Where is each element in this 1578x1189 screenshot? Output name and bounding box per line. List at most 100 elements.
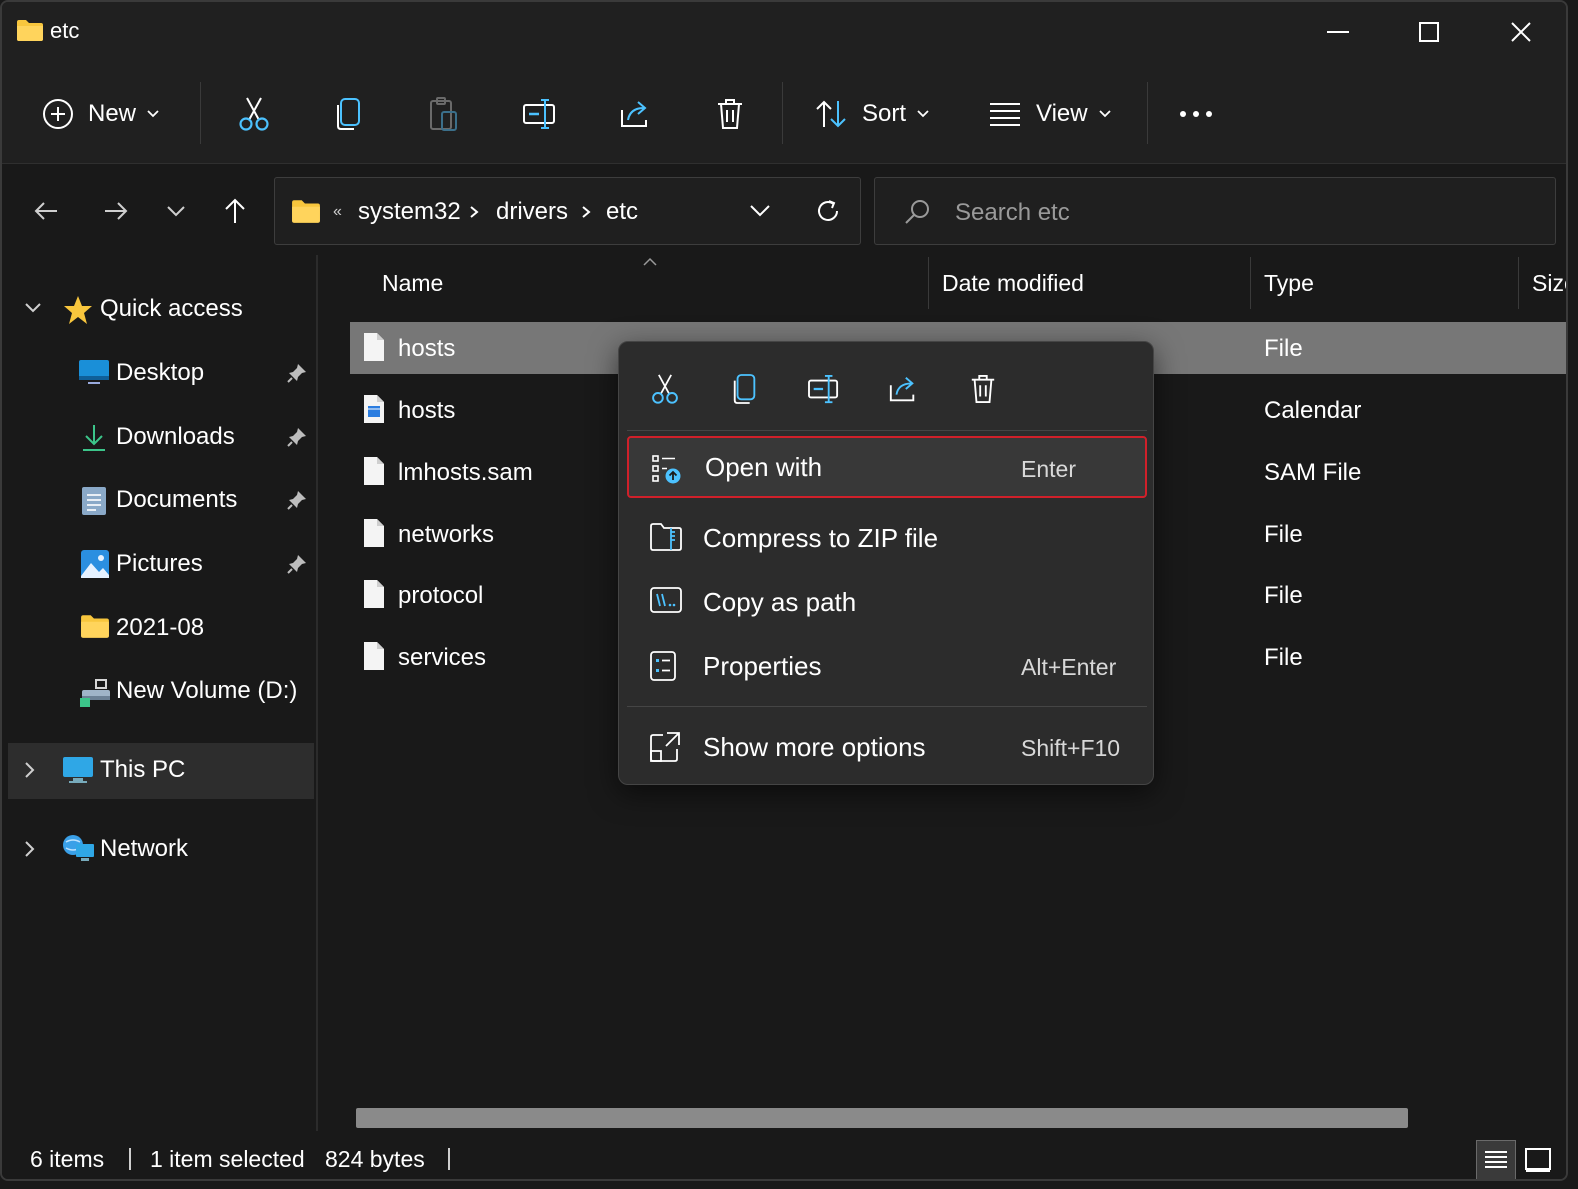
address-bar[interactable]: « system32 drivers etc xyxy=(274,177,861,245)
file-type: File xyxy=(1264,582,1303,609)
column-divider[interactable] xyxy=(1250,257,1251,309)
context-copy-button[interactable] xyxy=(717,364,773,414)
sidebar-item-desktop[interactable]: Desktop xyxy=(8,346,314,402)
view-icon xyxy=(988,101,1022,127)
file-type: File xyxy=(1264,644,1303,671)
sidebar-item-documents[interactable]: Documents xyxy=(8,473,314,529)
documents-icon xyxy=(80,485,112,517)
more-button[interactable] xyxy=(1172,86,1220,142)
column-divider[interactable] xyxy=(928,257,929,309)
sidebar-item-2021-08[interactable]: 2021-08 xyxy=(8,601,314,657)
breadcrumb-overflow[interactable]: « xyxy=(333,203,342,221)
chevron-down-icon xyxy=(166,205,186,217)
forward-button[interactable] xyxy=(94,189,138,233)
context-share-button[interactable] xyxy=(875,364,931,414)
menu-divider xyxy=(627,430,1147,431)
file-type: Calendar xyxy=(1264,397,1362,424)
breadcrumb-drivers[interactable]: drivers xyxy=(496,198,568,226)
chevron-right-icon[interactable] xyxy=(24,761,36,779)
search-input[interactable]: Search etc xyxy=(874,177,1556,245)
menu-item-compress-zip[interactable]: Compress to ZIP file xyxy=(627,507,1147,569)
status-bar: 6 items 1 item selected 824 bytes xyxy=(2,1136,1566,1179)
share-icon xyxy=(618,98,652,130)
navigation-row: « system32 drivers etc Search etc xyxy=(2,165,1566,255)
pin-icon[interactable] xyxy=(286,362,308,384)
details-view-button[interactable] xyxy=(1476,1140,1516,1179)
cut-button[interactable] xyxy=(230,86,278,142)
sidebar-item-label: Quick access xyxy=(100,295,243,322)
sidebar-item-pictures[interactable]: Pictures xyxy=(8,537,314,593)
sidebar-item-label: Downloads xyxy=(116,423,235,450)
sidebar-item-label: Network xyxy=(100,835,189,862)
new-button[interactable]: New xyxy=(42,86,160,142)
pin-icon[interactable] xyxy=(286,553,308,575)
toolbar-divider xyxy=(782,82,783,144)
view-button[interactable]: View xyxy=(988,86,1112,142)
sidebar-item-network[interactable]: Network xyxy=(8,822,314,878)
rename-icon xyxy=(807,374,841,404)
more-options-icon xyxy=(649,731,681,763)
menu-item-open-with[interactable]: Open with Enter xyxy=(627,436,1147,498)
sidebar-item-new-volume[interactable]: New Volume (D:) xyxy=(8,664,314,720)
sidebar-item-quick-access[interactable]: Quick access xyxy=(8,282,314,338)
file-type: File xyxy=(1264,521,1303,548)
more-icon xyxy=(1178,110,1214,118)
sidebar-item-label: Desktop xyxy=(116,359,205,386)
minimize-button[interactable] xyxy=(1314,10,1362,54)
pin-icon[interactable] xyxy=(286,426,308,448)
up-button[interactable] xyxy=(213,189,257,233)
file-icon xyxy=(362,332,386,362)
maximize-button[interactable] xyxy=(1405,10,1453,54)
cut-icon xyxy=(237,96,271,132)
open-with-icon xyxy=(651,453,683,485)
copy-button[interactable] xyxy=(325,86,373,142)
context-cut-button[interactable] xyxy=(637,364,693,414)
column-header-date-modified[interactable]: Date modified xyxy=(942,270,1084,297)
menu-item-properties[interactable]: Properties Alt+Enter xyxy=(627,635,1147,697)
copy-path-icon xyxy=(649,586,683,614)
file-icon xyxy=(362,579,386,609)
file-name: hosts xyxy=(398,335,456,362)
address-history-chevron-icon[interactable] xyxy=(749,204,771,218)
file-type: SAM File xyxy=(1264,459,1362,486)
sort-button-label: Sort xyxy=(862,100,907,127)
paste-button[interactable] xyxy=(420,86,468,142)
chevron-right-icon[interactable] xyxy=(24,840,36,858)
rename-icon xyxy=(522,98,558,130)
calendar-file-icon xyxy=(362,394,386,424)
context-delete-button[interactable] xyxy=(955,364,1011,414)
column-header-type[interactable]: Type xyxy=(1264,270,1314,297)
sort-icon xyxy=(814,99,848,129)
refresh-icon[interactable] xyxy=(815,198,841,224)
large-icons-view-button[interactable] xyxy=(1518,1140,1558,1179)
column-header-size[interactable]: Size xyxy=(1532,270,1566,297)
delete-button[interactable] xyxy=(706,86,754,142)
sort-button[interactable]: Sort xyxy=(814,86,930,142)
file-name: networks xyxy=(398,521,495,548)
horizontal-scrollbar[interactable] xyxy=(356,1108,1408,1128)
copy-icon xyxy=(731,373,759,405)
desktop-icon xyxy=(78,358,110,390)
status-selection: 1 item selected xyxy=(150,1146,305,1172)
chevron-down-icon[interactable] xyxy=(24,302,42,314)
network-icon xyxy=(62,834,94,866)
rename-button[interactable] xyxy=(516,86,564,142)
menu-item-copy-as-path[interactable]: Copy as path xyxy=(627,571,1147,633)
pin-icon[interactable] xyxy=(286,489,308,511)
column-divider[interactable] xyxy=(1518,257,1519,309)
breadcrumb-system32[interactable]: system32 xyxy=(358,198,461,226)
share-button[interactable] xyxy=(611,86,659,142)
chevron-down-icon xyxy=(146,109,160,119)
recent-locations-button[interactable] xyxy=(154,189,198,233)
chevron-right-icon[interactable] xyxy=(581,205,591,219)
column-header-name[interactable]: Name xyxy=(382,270,443,297)
chevron-right-icon[interactable] xyxy=(469,205,479,219)
context-rename-button[interactable] xyxy=(796,364,852,414)
sidebar-item-this-pc[interactable]: This PC xyxy=(8,743,314,799)
sidebar-item-downloads[interactable]: Downloads xyxy=(8,410,314,466)
breadcrumb-etc[interactable]: etc xyxy=(606,198,638,226)
back-button[interactable] xyxy=(24,189,68,233)
close-button[interactable] xyxy=(1497,10,1545,54)
menu-item-show-more-options[interactable]: Show more options Shift+F10 xyxy=(627,716,1147,778)
file-icon xyxy=(362,456,386,486)
